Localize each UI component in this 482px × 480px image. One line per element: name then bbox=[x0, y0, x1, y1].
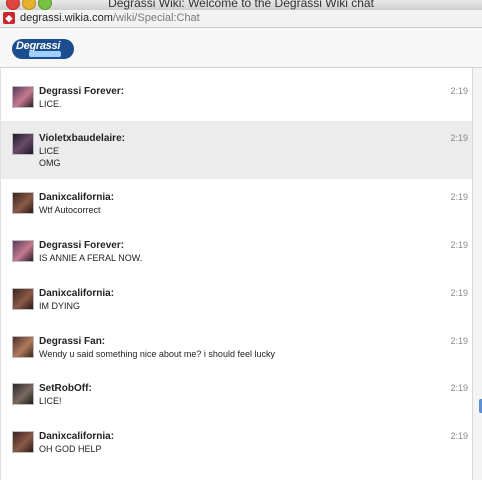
url-path: /wiki/Special:Chat bbox=[112, 12, 200, 24]
message-timestamp: 2:19 bbox=[450, 288, 468, 298]
message-author[interactable]: Danixcalifornia: bbox=[39, 192, 114, 203]
message-author[interactable]: Degrassi Forever: bbox=[39, 86, 124, 97]
message-author[interactable]: Degrassi Forever: bbox=[39, 240, 124, 251]
url-domain: degrassi.wikia.com bbox=[20, 12, 113, 24]
url-text[interactable]: degrassi.wikia.com/wiki/Special:Chat bbox=[20, 12, 200, 24]
chat-message-list[interactable]: Degrassi Forever: 2:19 LICE. Violetxbaud… bbox=[0, 68, 473, 480]
degrassi-wiki-logo[interactable]: Degrassi bbox=[12, 39, 74, 59]
message-author[interactable]: Degrassi Fan: bbox=[39, 336, 105, 347]
chat-header: Degrassi bbox=[0, 28, 482, 68]
chat-message: Danixcalifornia: 2:19 IM DYING bbox=[1, 275, 473, 323]
user-avatar[interactable] bbox=[12, 240, 34, 262]
chat-message: Danixcalifornia: 2:19 OH GOD HELP bbox=[1, 418, 473, 478]
message-text: IM DYING bbox=[39, 301, 81, 311]
user-avatar[interactable] bbox=[12, 431, 34, 453]
user-avatar[interactable] bbox=[12, 336, 34, 358]
message-text: Wendy u said something nice about me? i … bbox=[39, 349, 275, 359]
message-timestamp: 2:19 bbox=[450, 192, 468, 202]
message-timestamp: 2:19 bbox=[450, 86, 468, 96]
message-author[interactable]: SetRobOff: bbox=[39, 383, 92, 394]
address-bar[interactable]: ◆ degrassi.wikia.com/wiki/Special:Chat bbox=[0, 10, 482, 28]
chat-scrollbar[interactable] bbox=[472, 68, 482, 480]
chat-message: Degrassi Forever: 2:19 IS ANNIE A FERAL … bbox=[1, 227, 473, 275]
message-text: LICE. bbox=[39, 99, 62, 109]
message-text: LICE bbox=[39, 146, 60, 156]
chat-message: Degrassi Fan: 2:19 Wendy u said somethin… bbox=[1, 323, 473, 370]
user-avatar[interactable] bbox=[12, 133, 34, 155]
chat-message: Degrassi Forever: 2:19 LICE. bbox=[1, 68, 473, 121]
wikia-favicon-icon: ◆ bbox=[3, 12, 15, 24]
message-timestamp: 2:19 bbox=[450, 336, 468, 346]
message-timestamp: 2:19 bbox=[450, 431, 468, 441]
message-timestamp: 2:19 bbox=[450, 383, 468, 393]
message-author[interactable]: Danixcalifornia: bbox=[39, 431, 114, 442]
message-text: IS ANNIE A FERAL NOW. bbox=[39, 253, 143, 263]
user-avatar[interactable] bbox=[12, 383, 34, 405]
message-timestamp: 2:19 bbox=[450, 240, 468, 250]
logo-wiki-badge bbox=[29, 51, 61, 57]
user-avatar[interactable] bbox=[12, 86, 34, 108]
message-text: Wtf Autocorrect bbox=[39, 205, 101, 215]
message-timestamp: 2:19 bbox=[450, 133, 468, 143]
message-author[interactable]: Danixcalifornia: bbox=[39, 288, 114, 299]
chat-message: Violetxbaudelaire: 2:19 LICE OMG bbox=[1, 121, 473, 179]
user-avatar[interactable] bbox=[12, 192, 34, 214]
message-text: LICE! bbox=[39, 396, 62, 406]
message-text: OH GOD HELP bbox=[39, 444, 102, 454]
message-text: OMG bbox=[39, 158, 61, 168]
chat-message: SetRobOff: 2:19 LICE! bbox=[1, 370, 473, 418]
chat-message: Danixcalifornia: 2:19 Wtf Autocorrect bbox=[1, 179, 473, 227]
user-avatar[interactable] bbox=[12, 288, 34, 310]
message-author[interactable]: Violetxbaudelaire: bbox=[39, 133, 125, 144]
window-title: Degrassi Wiki: Welcome to the Degrassi W… bbox=[108, 0, 374, 10]
